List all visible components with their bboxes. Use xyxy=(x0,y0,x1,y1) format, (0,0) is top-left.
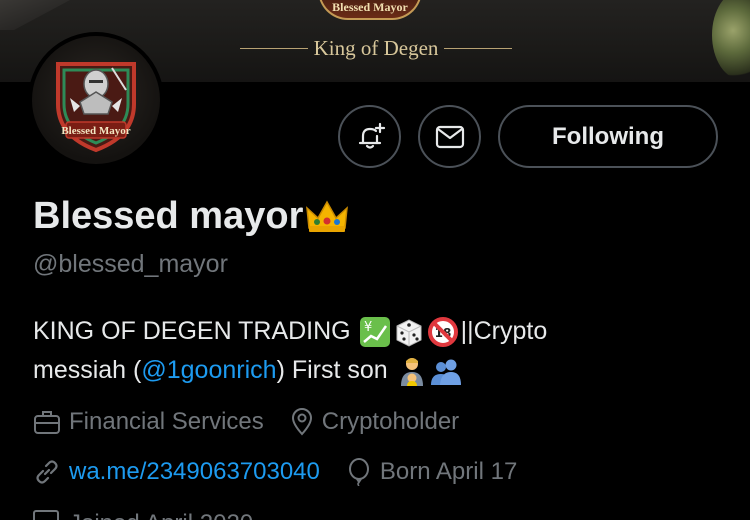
bio-line-2: messiah ( @1goonrich ) First son xyxy=(33,351,723,390)
envelope-icon xyxy=(435,125,464,148)
bio-line-1: KING OF DEGEN TRADING ¥ 18 ||Crypto xyxy=(33,312,723,351)
profile-meta-row-1: Financial Services Cryptoholder xyxy=(33,408,485,436)
tagline-rule-left xyxy=(240,47,308,49)
chart-yen-emoji: ¥ xyxy=(359,316,390,347)
banner-tagline: King of Degen xyxy=(240,36,512,60)
crown-emoji xyxy=(306,200,349,232)
calendar-icon xyxy=(33,510,59,520)
bell-plus-icon xyxy=(358,122,385,149)
knight-crest-logo: Blessed Mayor xyxy=(56,62,136,153)
bio-line2-mid: ) First son xyxy=(276,356,388,384)
briefcase-icon xyxy=(34,411,60,434)
profile-birthday-text: Born April 17 xyxy=(379,458,518,485)
profile-website[interactable]: wa.me/2349063703040 xyxy=(33,458,320,486)
balloon-icon xyxy=(348,458,369,486)
avatar-image: Blessed Mayor xyxy=(32,36,160,164)
profile-category-text: Financial Services xyxy=(69,408,264,435)
dice-emoji xyxy=(396,318,422,347)
banner-corner-decoration xyxy=(0,0,70,30)
profile-meta-row-2: wa.me/2349063703040 Born April 17 xyxy=(33,458,543,486)
bio-mention-link[interactable]: @1goonrich xyxy=(141,351,276,390)
following-button[interactable]: Following xyxy=(498,105,718,168)
notifications-button[interactable] xyxy=(338,105,401,168)
location-pin-icon xyxy=(291,408,312,436)
avatar-logo-text: Blessed Mayor xyxy=(61,125,130,137)
display-name-text: Blessed mayor xyxy=(33,194,304,237)
profile-category: Financial Services xyxy=(33,408,264,436)
profile-joined-row: Joined April 2020 xyxy=(33,510,253,520)
banner-logo-text: Blessed Mayor xyxy=(332,0,408,14)
profile-handle: @blessed_mayor xyxy=(33,250,228,278)
profile-joined-text: Joined April 2020 xyxy=(69,510,253,520)
silhouettes-emoji xyxy=(430,359,461,385)
tagline-rule-right xyxy=(444,47,512,49)
father-child-emoji xyxy=(400,357,423,386)
bio-line1-text: KING OF DEGEN TRADING xyxy=(33,317,351,345)
avatar[interactable]: Blessed Mayor xyxy=(28,32,164,168)
display-name: Blessed mayor xyxy=(33,194,349,238)
bio-line2-prefix: messiah ( xyxy=(33,356,142,384)
profile-location-text: Cryptoholder xyxy=(321,408,460,435)
link-icon xyxy=(36,460,58,484)
bio-line1-suffix: ||Crypto xyxy=(460,317,548,345)
svg-text:¥: ¥ xyxy=(364,320,372,335)
message-button[interactable] xyxy=(418,105,481,168)
profile-website-link[interactable]: wa.me/2349063703040 xyxy=(69,458,320,486)
profile-bio: KING OF DEGEN TRADING ¥ 18 ||Crypto mess… xyxy=(33,312,723,390)
no-under-18-emoji: 18 xyxy=(427,316,458,347)
profile-location: Cryptoholder xyxy=(290,408,459,436)
banner-tagline-text: King of Degen xyxy=(313,35,439,60)
banner-plant-decoration xyxy=(712,0,750,80)
profile-birthday: Born April 17 xyxy=(346,458,517,486)
